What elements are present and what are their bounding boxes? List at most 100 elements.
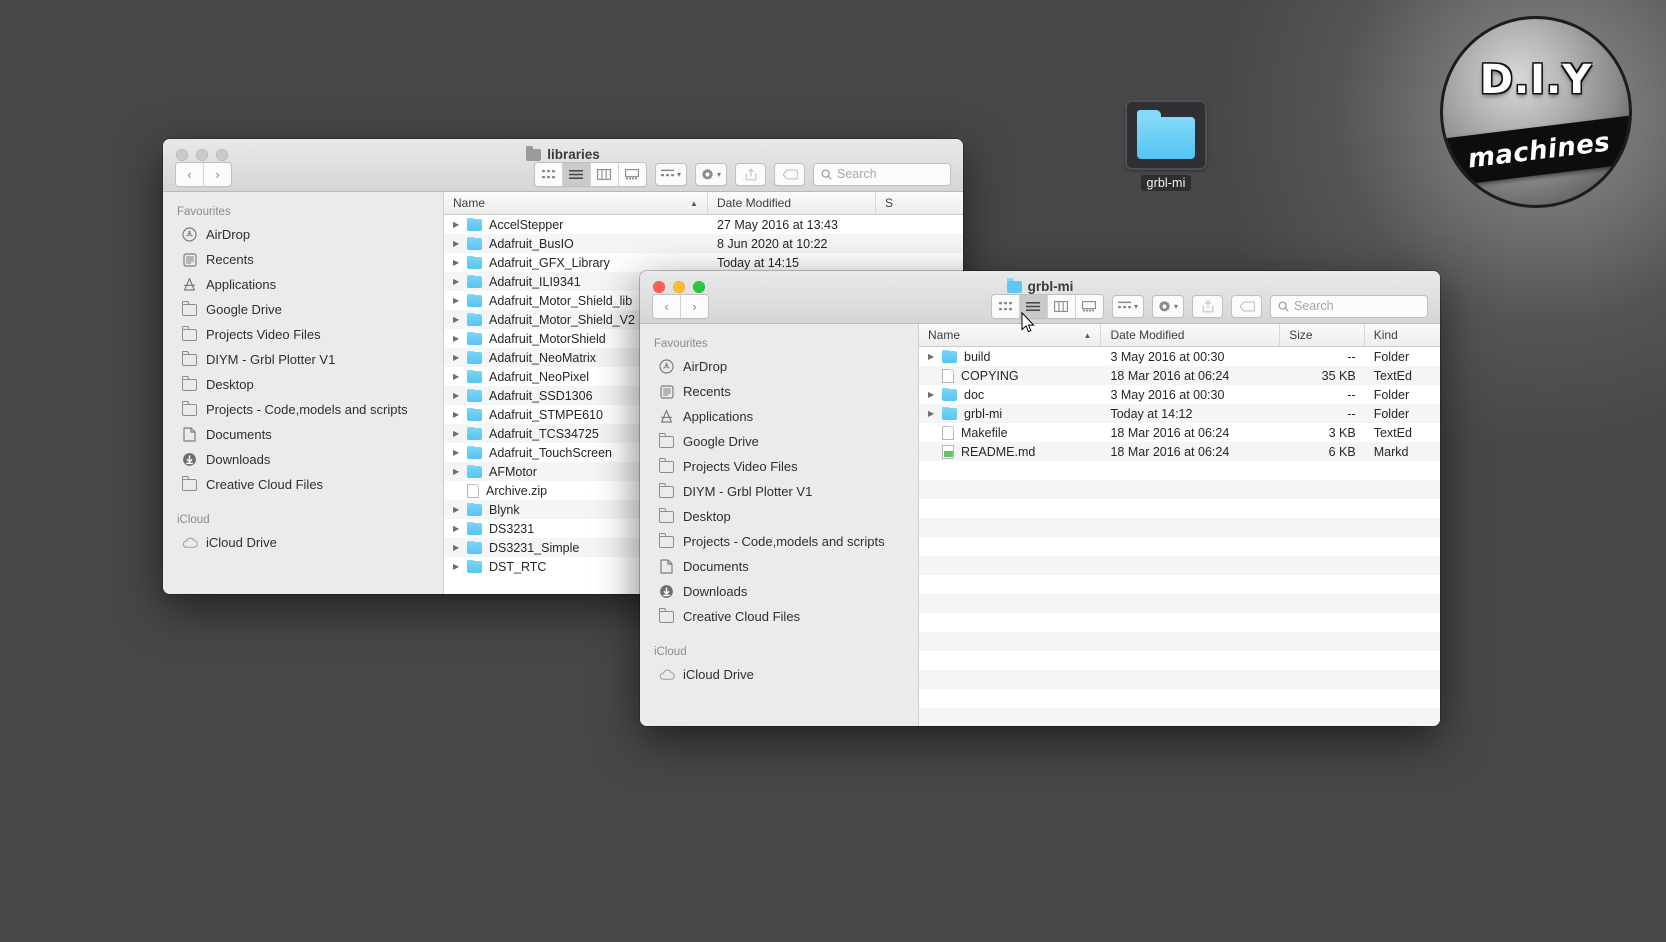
chevron-right-icon[interactable]: › bbox=[204, 162, 231, 186]
nav-buttons[interactable]: ‹ › bbox=[652, 293, 709, 319]
toolbar[interactable]: ‹ › ▾ ▾ Search bbox=[163, 157, 963, 191]
sidebar-item-airdrop[interactable]: AirDrop bbox=[640, 354, 918, 379]
disclosure-triangle-icon[interactable]: ▶ bbox=[453, 315, 464, 324]
search-input[interactable]: Search bbox=[1294, 299, 1334, 313]
disclosure-triangle-icon[interactable]: ▶ bbox=[453, 391, 464, 400]
sidebar-item-documents[interactable]: Documents bbox=[640, 554, 918, 579]
disclosure-triangle-icon[interactable]: ▶ bbox=[453, 239, 464, 248]
table-row[interactable]: ▶ doc 3 May 2016 at 00:30 -- Folder bbox=[919, 385, 1440, 404]
sidebar-item-documents[interactable]: Documents bbox=[163, 422, 443, 447]
icon-view-icon[interactable] bbox=[534, 162, 563, 186]
sidebar-item-creative-cloud-files[interactable]: Creative Cloud Files bbox=[163, 472, 443, 497]
titlebar[interactable]: libraries ‹ › ▾ ▾ Search bbox=[163, 139, 963, 192]
tag-icon[interactable] bbox=[774, 162, 805, 186]
gallery-view-icon[interactable] bbox=[618, 162, 646, 186]
column-header-date-modified[interactable]: Date Modified bbox=[1101, 324, 1281, 346]
table-row[interactable]: ▶ AccelStepper 27 May 2016 at 13:43 bbox=[444, 215, 963, 234]
table-row[interactable]: ▶ Adafruit_GFX_Library Today at 14:15 bbox=[444, 253, 963, 272]
column-view-icon[interactable] bbox=[590, 162, 619, 186]
sidebar-item-google-drive[interactable]: Google Drive bbox=[163, 297, 443, 322]
search-box[interactable]: Search bbox=[1270, 294, 1428, 318]
sidebar-item-downloads[interactable]: Downloads bbox=[640, 579, 918, 604]
toolbar[interactable]: ‹ › ▾ ▾ Search bbox=[640, 289, 1440, 323]
finder-window-grbl-mi[interactable]: grbl-mi ‹ › ▾ ▾ Search Favourites AirDro… bbox=[640, 271, 1440, 726]
column-header-kind[interactable]: Kind bbox=[1365, 324, 1440, 346]
column-headers[interactable]: Name ▲ Date Modified Size Kind bbox=[919, 324, 1440, 347]
table-row[interactable]: COPYING 18 Mar 2016 at 06:24 35 KB TextE… bbox=[919, 366, 1440, 385]
column-header-size[interactable]: S bbox=[876, 192, 963, 214]
sidebar-item-airdrop[interactable]: AirDrop bbox=[163, 222, 443, 247]
disclosure-triangle-icon[interactable]: ▶ bbox=[928, 390, 939, 399]
column-headers[interactable]: Name ▲ Date Modified S bbox=[444, 192, 963, 215]
disclosure-triangle-icon[interactable]: ▶ bbox=[928, 352, 939, 361]
icon-view-icon[interactable] bbox=[991, 294, 1020, 318]
sidebar-item-diym-grbl-plotter-v1[interactable]: DIYM - Grbl Plotter V1 bbox=[640, 479, 918, 504]
disclosure-triangle-icon[interactable]: ▶ bbox=[453, 372, 464, 381]
share-icon[interactable] bbox=[1192, 294, 1223, 318]
sidebar-item-diym-grbl-plotter-v1[interactable]: DIYM - Grbl Plotter V1 bbox=[163, 347, 443, 372]
sidebar-item-recents[interactable]: Recents bbox=[640, 379, 918, 404]
column-header-name[interactable]: Name ▲ bbox=[444, 192, 708, 214]
tag-icon[interactable] bbox=[1231, 294, 1262, 318]
search-input[interactable]: Search bbox=[837, 167, 877, 181]
column-header-date-modified[interactable]: Date Modified bbox=[708, 192, 876, 214]
disclosure-triangle-icon[interactable]: ▶ bbox=[453, 334, 464, 343]
table-row[interactable]: Makefile 18 Mar 2016 at 06:24 3 KB TextE… bbox=[919, 423, 1440, 442]
disclosure-triangle-icon[interactable]: ▶ bbox=[453, 220, 464, 229]
chevron-left-icon[interactable]: ‹ bbox=[653, 294, 681, 318]
table-row[interactable]: ▶ grbl-mi Today at 14:12 -- Folder bbox=[919, 404, 1440, 423]
sidebar-item-icloud-drive[interactable]: iCloud Drive bbox=[163, 530, 443, 555]
disclosure-triangle-icon[interactable]: ▶ bbox=[928, 409, 939, 418]
desktop-icon-grbl-mi[interactable]: grbl-mi bbox=[1120, 100, 1212, 192]
table-row[interactable]: ▶ build 3 May 2016 at 00:30 -- Folder bbox=[919, 347, 1440, 366]
sidebar-item-creative-cloud-files[interactable]: Creative Cloud Files bbox=[640, 604, 918, 629]
disclosure-triangle-icon[interactable]: ▶ bbox=[453, 410, 464, 419]
gear-icon[interactable]: ▾ bbox=[694, 162, 727, 186]
chevron-left-icon[interactable]: ‹ bbox=[176, 162, 204, 186]
sidebar[interactable]: Favourites AirDrop Recents Applications bbox=[163, 192, 444, 594]
sidebar-item-desktop[interactable]: Desktop bbox=[163, 372, 443, 397]
view-mode-buttons[interactable] bbox=[533, 161, 647, 187]
group-by-icon[interactable]: ▾ bbox=[654, 162, 687, 186]
table-row[interactable]: ▶ Adafruit_BusIO 8 Jun 2020 at 10:22 bbox=[444, 234, 963, 253]
table-row[interactable]: README.md 18 Mar 2016 at 06:24 6 KB Mark… bbox=[919, 442, 1440, 461]
disclosure-triangle-icon[interactable]: ▶ bbox=[453, 505, 464, 514]
sidebar-item-projects-video-files[interactable]: Projects Video Files bbox=[640, 454, 918, 479]
column-view-icon[interactable] bbox=[1047, 294, 1076, 318]
column-header-name[interactable]: Name ▲ bbox=[919, 324, 1102, 346]
file-list[interactable]: Name ▲ Date Modified Size Kind ▶ build 3 … bbox=[919, 324, 1440, 726]
disclosure-triangle-icon[interactable]: ▶ bbox=[453, 524, 464, 533]
disclosure-triangle-icon[interactable]: ▶ bbox=[453, 467, 464, 476]
disclosure-triangle-icon[interactable]: ▶ bbox=[453, 562, 464, 571]
disclosure-triangle-icon[interactable]: ▶ bbox=[453, 353, 464, 362]
sidebar-item-projects-code-models-and-scripts[interactable]: Projects - Code,models and scripts bbox=[640, 529, 918, 554]
gear-icon[interactable]: ▾ bbox=[1151, 294, 1184, 318]
sidebar-item-projects-code-models-and-scripts[interactable]: Projects - Code,models and scripts bbox=[163, 397, 443, 422]
disclosure-triangle-icon[interactable]: ▶ bbox=[453, 277, 464, 286]
sidebar-item-google-drive[interactable]: Google Drive bbox=[640, 429, 918, 454]
group-by-icon[interactable]: ▾ bbox=[1111, 294, 1144, 318]
share-icon[interactable] bbox=[735, 162, 766, 186]
disclosure-triangle-icon[interactable]: ▶ bbox=[453, 543, 464, 552]
column-header-size[interactable]: Size bbox=[1280, 324, 1365, 346]
sidebar-item-desktop[interactable]: Desktop bbox=[640, 504, 918, 529]
sidebar-item-applications[interactable]: Applications bbox=[163, 272, 443, 297]
sidebar-item-applications[interactable]: Applications bbox=[640, 404, 918, 429]
titlebar[interactable]: grbl-mi ‹ › ▾ ▾ Search bbox=[640, 271, 1440, 324]
sidebar-item-projects-video-files[interactable]: Projects Video Files bbox=[163, 322, 443, 347]
gallery-view-icon[interactable] bbox=[1075, 294, 1103, 318]
disclosure-triangle-icon[interactable]: ▶ bbox=[453, 429, 464, 438]
sidebar-item-downloads[interactable]: Downloads bbox=[163, 447, 443, 472]
sidebar-item-icloud-drive[interactable]: iCloud Drive bbox=[640, 662, 918, 687]
disclosure-triangle-icon[interactable]: ▶ bbox=[453, 296, 464, 305]
sidebar[interactable]: Favourites AirDrop Recents Applications bbox=[640, 324, 919, 726]
list-view-icon[interactable] bbox=[1019, 294, 1048, 318]
disclosure-triangle-icon[interactable]: ▶ bbox=[453, 258, 464, 267]
view-mode-buttons[interactable] bbox=[990, 293, 1104, 319]
search-box[interactable]: Search bbox=[813, 162, 951, 186]
sidebar-item-recents[interactable]: Recents bbox=[163, 247, 443, 272]
nav-buttons[interactable]: ‹ › bbox=[175, 161, 232, 187]
chevron-right-icon[interactable]: › bbox=[681, 294, 708, 318]
list-view-icon[interactable] bbox=[562, 162, 591, 186]
disclosure-triangle-icon[interactable]: ▶ bbox=[453, 448, 464, 457]
